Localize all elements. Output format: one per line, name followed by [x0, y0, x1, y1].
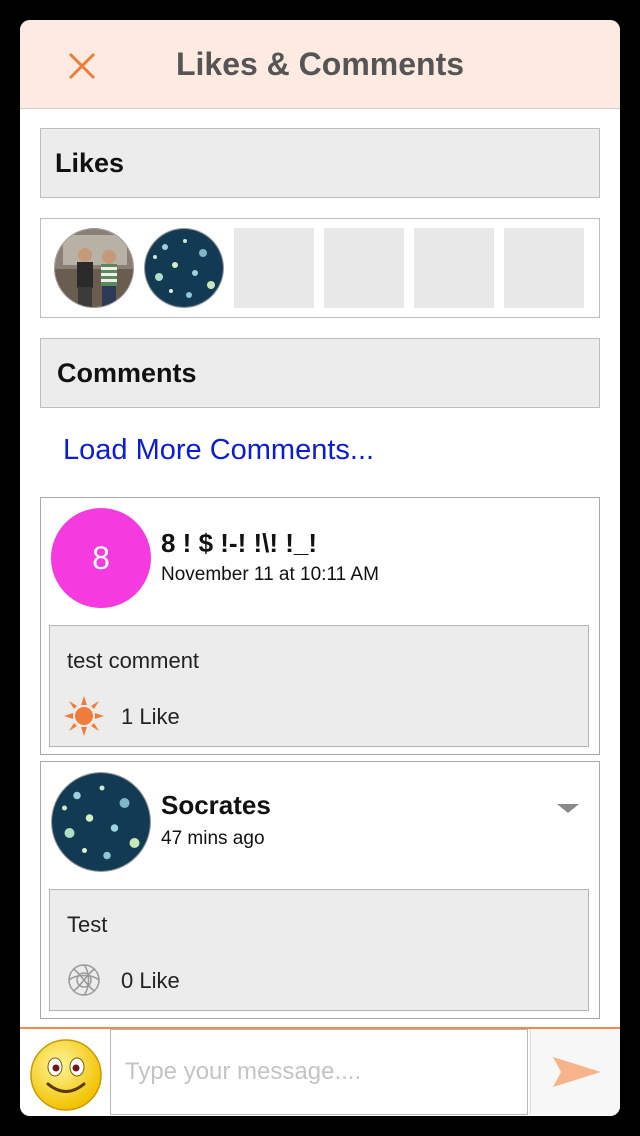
comments-section-header: Comments	[40, 338, 600, 408]
liker-placeholder	[234, 228, 314, 308]
like-sun-icon[interactable]	[64, 696, 104, 736]
liker-placeholder	[324, 228, 404, 308]
avatar-initial: 8	[92, 539, 110, 576]
comment-text: Test	[67, 912, 108, 937]
comment-timestamp: 47 mins ago	[161, 828, 265, 849]
comment-card: Socrates 47 mins ago Test 0 Like	[40, 761, 600, 1019]
chevron-down-icon[interactable]	[553, 798, 583, 818]
likes-section-header: Likes	[40, 128, 600, 198]
comment-card: 8 8 ! $ !-! !\! !_! November 11 at 10:11…	[40, 497, 600, 755]
avatar[interactable]: 8	[51, 508, 151, 608]
comments-section-title: Comments	[57, 358, 197, 388]
page-title: Likes & Comments	[175, 46, 465, 82]
avatar[interactable]	[51, 772, 151, 872]
avatar-photo	[52, 773, 150, 871]
liker-photo-1	[55, 229, 133, 307]
message-input[interactable]	[110, 1029, 528, 1115]
load-more-comments-link[interactable]: Load More Comments...	[63, 434, 374, 467]
liker-placeholder	[504, 228, 584, 308]
liker-photo-2	[145, 229, 223, 307]
comment-text: test comment	[67, 648, 200, 673]
comment-body: test comment 1 Like	[49, 625, 589, 747]
likes-section-title: Likes	[55, 148, 125, 178]
like-count: 1 Like	[121, 704, 180, 729]
likes-comments-sheet: Likes & Comments Likes Comments Load Mor…	[20, 20, 620, 1116]
comment-timestamp: November 11 at 10:11 AM	[161, 564, 379, 585]
smiley-emoji-icon[interactable]	[28, 1037, 104, 1113]
header-bar: Likes & Comments	[20, 20, 620, 109]
liker-placeholder	[414, 228, 494, 308]
like-outline-icon[interactable]	[64, 960, 104, 1000]
like-count: 0 Like	[121, 968, 180, 993]
likers-strip	[40, 218, 600, 318]
message-composer	[20, 1027, 620, 1116]
comment-author[interactable]: Socrates	[161, 790, 271, 821]
comment-body: Test 0 Like	[49, 889, 589, 1011]
comment-author[interactable]: 8 ! $ !-! !\! !_!	[161, 528, 317, 559]
send-button[interactable]	[530, 1029, 620, 1115]
send-icon	[553, 1057, 601, 1087]
liker-avatar-2[interactable]	[144, 228, 224, 308]
liker-avatar-1[interactable]	[54, 228, 134, 308]
